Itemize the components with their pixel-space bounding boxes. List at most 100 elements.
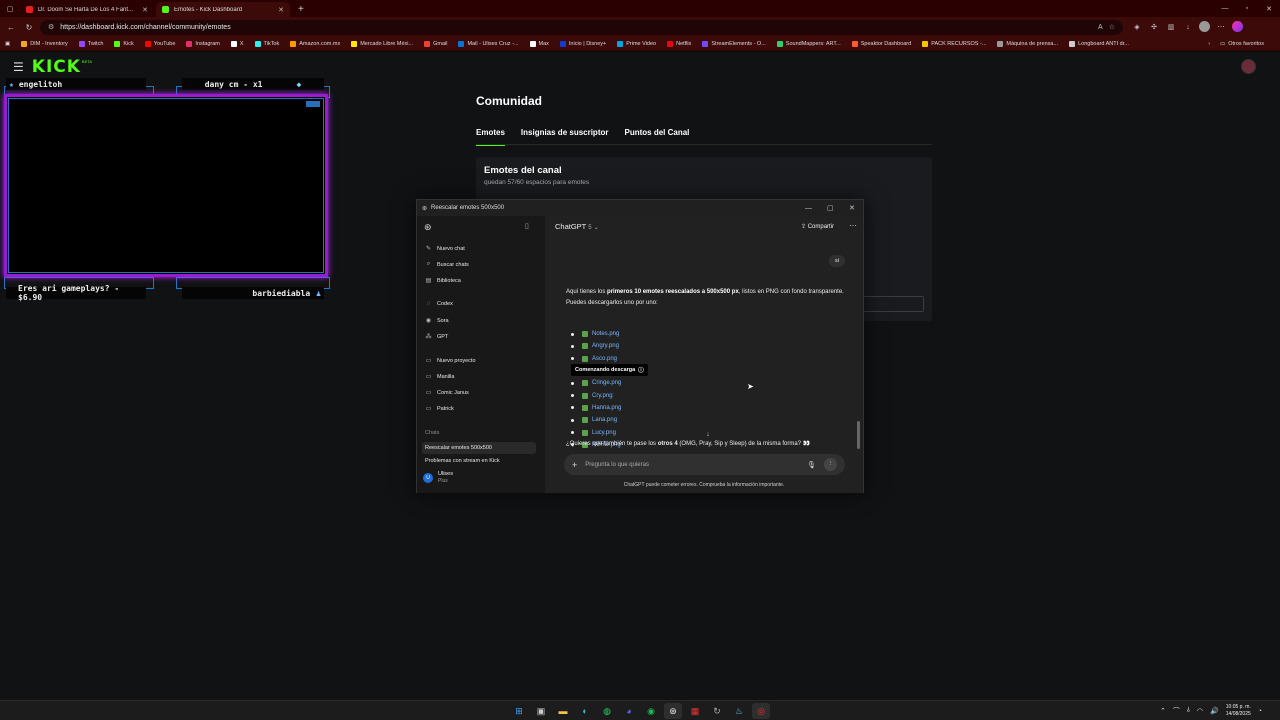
capcut-icon[interactable]: ↻ (708, 703, 726, 719)
chat-item-problemas-stream[interactable]: Problemas con stream en Kick (422, 458, 536, 466)
tab-actions-icon[interactable]: ▢ (0, 0, 20, 17)
address-bar[interactable]: ⚙ https://dashboard.kick.com/channel/com… (40, 19, 1123, 35)
close-icon[interactable]: ✕ (849, 200, 855, 216)
chrome-taskbar-icon[interactable]: ◎ (752, 703, 770, 719)
browser-tab-kick-dashboard[interactable]: Emotes - Kick Dashboard ✕ (156, 2, 290, 17)
bookmark-item[interactable]: Gmail (424, 40, 447, 47)
bookmark-item[interactable]: YouTube (144, 40, 175, 47)
network-icon[interactable]: ⌒ (1173, 706, 1180, 716)
chatgpt-taskbar-icon[interactable]: ⊛ (664, 703, 682, 719)
edge-icon[interactable]: ◐ (576, 703, 594, 719)
share-button[interactable]: ⇪ Compartir (801, 223, 834, 230)
sidebar-item-sora[interactable]: ◉ Sora (425, 317, 449, 325)
bookmark-item[interactable]: StreamElements - O... (702, 40, 766, 47)
taskbar-clock[interactable]: 10:05 p. m. 14/08/2025 (1226, 704, 1251, 718)
sidebar-item-comic-janus[interactable]: ▭ Comic Janus (425, 389, 469, 397)
user-avatar[interactable] (1241, 59, 1256, 74)
chevron-up-icon[interactable]: ⌃ (1160, 707, 1166, 715)
notifications-icon[interactable]: ◔ (1258, 708, 1262, 715)
bookmark-item[interactable]: DIM - Inventory (21, 40, 68, 47)
steam-icon[interactable]: ♨ (730, 703, 748, 719)
file-download-link[interactable]: Lucy.png (592, 430, 616, 436)
hamburger-menu-icon[interactable]: ☰ (13, 60, 24, 74)
file-explorer-icon[interactable]: ▬ (554, 703, 572, 719)
bookmark-apps-icon[interactable]: ▣ (5, 41, 10, 47)
bookmark-item[interactable]: TikTok (254, 40, 279, 47)
bookmark-item[interactable]: Instagram (186, 40, 220, 47)
calendar-icon[interactable]: ▦ (686, 703, 704, 719)
file-download-link[interactable]: Cringe.png (592, 380, 621, 386)
copilot-icon[interactable] (1232, 21, 1243, 32)
close-tab-icon[interactable]: ✕ (278, 6, 284, 14)
add-attachment-icon[interactable]: + (572, 460, 577, 470)
more-options-icon[interactable]: ⋯ (849, 221, 857, 230)
reload-icon[interactable]: ↻ (22, 20, 36, 34)
minimize-icon[interactable]: — (1214, 0, 1236, 17)
file-download-link[interactable]: Cry.png (592, 393, 613, 399)
microphone-icon[interactable]: 🎙 (807, 461, 816, 469)
usb-icon[interactable]: ⫰ (1187, 707, 1190, 715)
close-tab-icon[interactable]: ✕ (142, 6, 148, 14)
sidebar-icon[interactable]: ▥ (1165, 21, 1177, 33)
windows-start-icon[interactable]: ⊞ (510, 703, 528, 719)
bookmark-item[interactable]: Speaktor Dashboard (851, 40, 911, 47)
sidebar-item-nuevo-chat[interactable]: ✎ Nuevo chat (425, 245, 465, 253)
download-icon[interactable]: ↓ (1182, 21, 1194, 33)
bookmark-item[interactable]: Kick (114, 40, 134, 47)
chevron-right-icon[interactable]: › (1208, 41, 1210, 47)
site-info-icon[interactable]: ⚙ (48, 23, 54, 31)
voice-mode-icon[interactable]: ⫶ (824, 458, 837, 471)
bookmark-item[interactable]: SoundMappers: ART... (776, 40, 841, 47)
translate-icon[interactable]: A (1098, 24, 1103, 31)
bookmark-item[interactable]: X (230, 40, 244, 47)
model-selector[interactable]: ChatGPT 5 ⌄ (555, 222, 599, 231)
file-download-link[interactable]: Notes.png (592, 331, 619, 337)
maximize-icon[interactable]: ▢ (827, 200, 834, 216)
file-download-link[interactable]: Hanna.png (592, 405, 621, 411)
bookmark-item[interactable]: Máquina de prensa... (997, 40, 1058, 47)
bookmark-item[interactable]: Longboard ANTI dr... (1069, 40, 1129, 47)
extension-icon[interactable]: ◈ (1131, 21, 1143, 33)
minimize-icon[interactable]: — (805, 200, 812, 216)
browser-tab-youtube[interactable]: Dr. Doom Se Harta De Los 4 Fant... ✕ (20, 2, 154, 17)
sidebar-item-biblioteca[interactable]: ▤ Biblioteca (425, 277, 461, 285)
task-view-icon[interactable]: ▣ (532, 703, 550, 719)
new-tab-button[interactable]: + (292, 2, 310, 17)
user-account[interactable]: U Ulises Plus (423, 471, 453, 484)
wifi-icon[interactable]: ◠ (1197, 707, 1203, 715)
back-arrow-icon[interactable]: ← (4, 20, 18, 34)
bookmark-item[interactable]: Twitch (78, 40, 103, 47)
chat-item-reescalar-emotes[interactable]: Reescalar emotes 500x500 (422, 442, 536, 454)
bookmark-item[interactable]: Max (529, 40, 549, 47)
puzzle-icon[interactable]: ✣ (1148, 21, 1160, 33)
file-download-link[interactable]: Asco.png (592, 356, 617, 362)
bookmark-star-icon[interactable]: ☆ (1109, 23, 1115, 31)
sidebar-item-codex[interactable]: ◌ Codex (425, 301, 453, 307)
bookmark-item[interactable]: Mail - Ulises Cruz -... (458, 40, 519, 47)
message-composer[interactable]: + Pregunta lo que quieras 🎙 ⫶ (564, 454, 845, 475)
bookmark-item[interactable]: Netflix (667, 40, 691, 47)
bookmark-item[interactable]: Amazon.com.mx (290, 40, 340, 47)
sidebar-item-patrick[interactable]: ▭ Patrick (425, 405, 454, 413)
kick-logo[interactable]: KICK (32, 57, 81, 77)
spotify-icon[interactable]: ◉ (642, 703, 660, 719)
file-download-link[interactable]: Angry.png (592, 343, 619, 349)
bookmark-item[interactable]: Inicio | Disney+ (559, 40, 606, 47)
profile-avatar[interactable] (1199, 21, 1210, 32)
sidebar-item-nuevo-proyecto[interactable]: ▭ Nuevo proyecto (425, 357, 476, 365)
sidebar-item-buscar-chats[interactable]: ⌕ Buscar chats (425, 261, 469, 268)
openai-logo-icon[interactable]: ⊛ (424, 222, 432, 233)
bookmark-item[interactable]: Mercado Libre Méxi... (351, 40, 413, 47)
file-download-link[interactable]: Lana.png (592, 417, 617, 423)
bookmark-item[interactable]: PACK RECURSOS -... (922, 40, 986, 47)
bookmark-item[interactable]: Prime Video (617, 40, 656, 47)
close-icon[interactable]: ✕ (1258, 0, 1280, 17)
discord-icon[interactable]: ◕ (620, 703, 638, 719)
volume-icon[interactable]: 🔊 (1210, 707, 1219, 715)
whatsapp-icon[interactable]: ◍ (598, 703, 616, 719)
sidebar-item-gpt[interactable]: ⁂ GPT (425, 333, 449, 341)
sidebar-item-manilla[interactable]: ▭ Manilla (425, 373, 455, 381)
other-bookmarks-folder[interactable]: ▭ Otros favoritos (1220, 41, 1264, 47)
maximize-icon[interactable]: ▫ (1236, 0, 1258, 17)
conversation-scrollbar[interactable] (857, 421, 860, 449)
